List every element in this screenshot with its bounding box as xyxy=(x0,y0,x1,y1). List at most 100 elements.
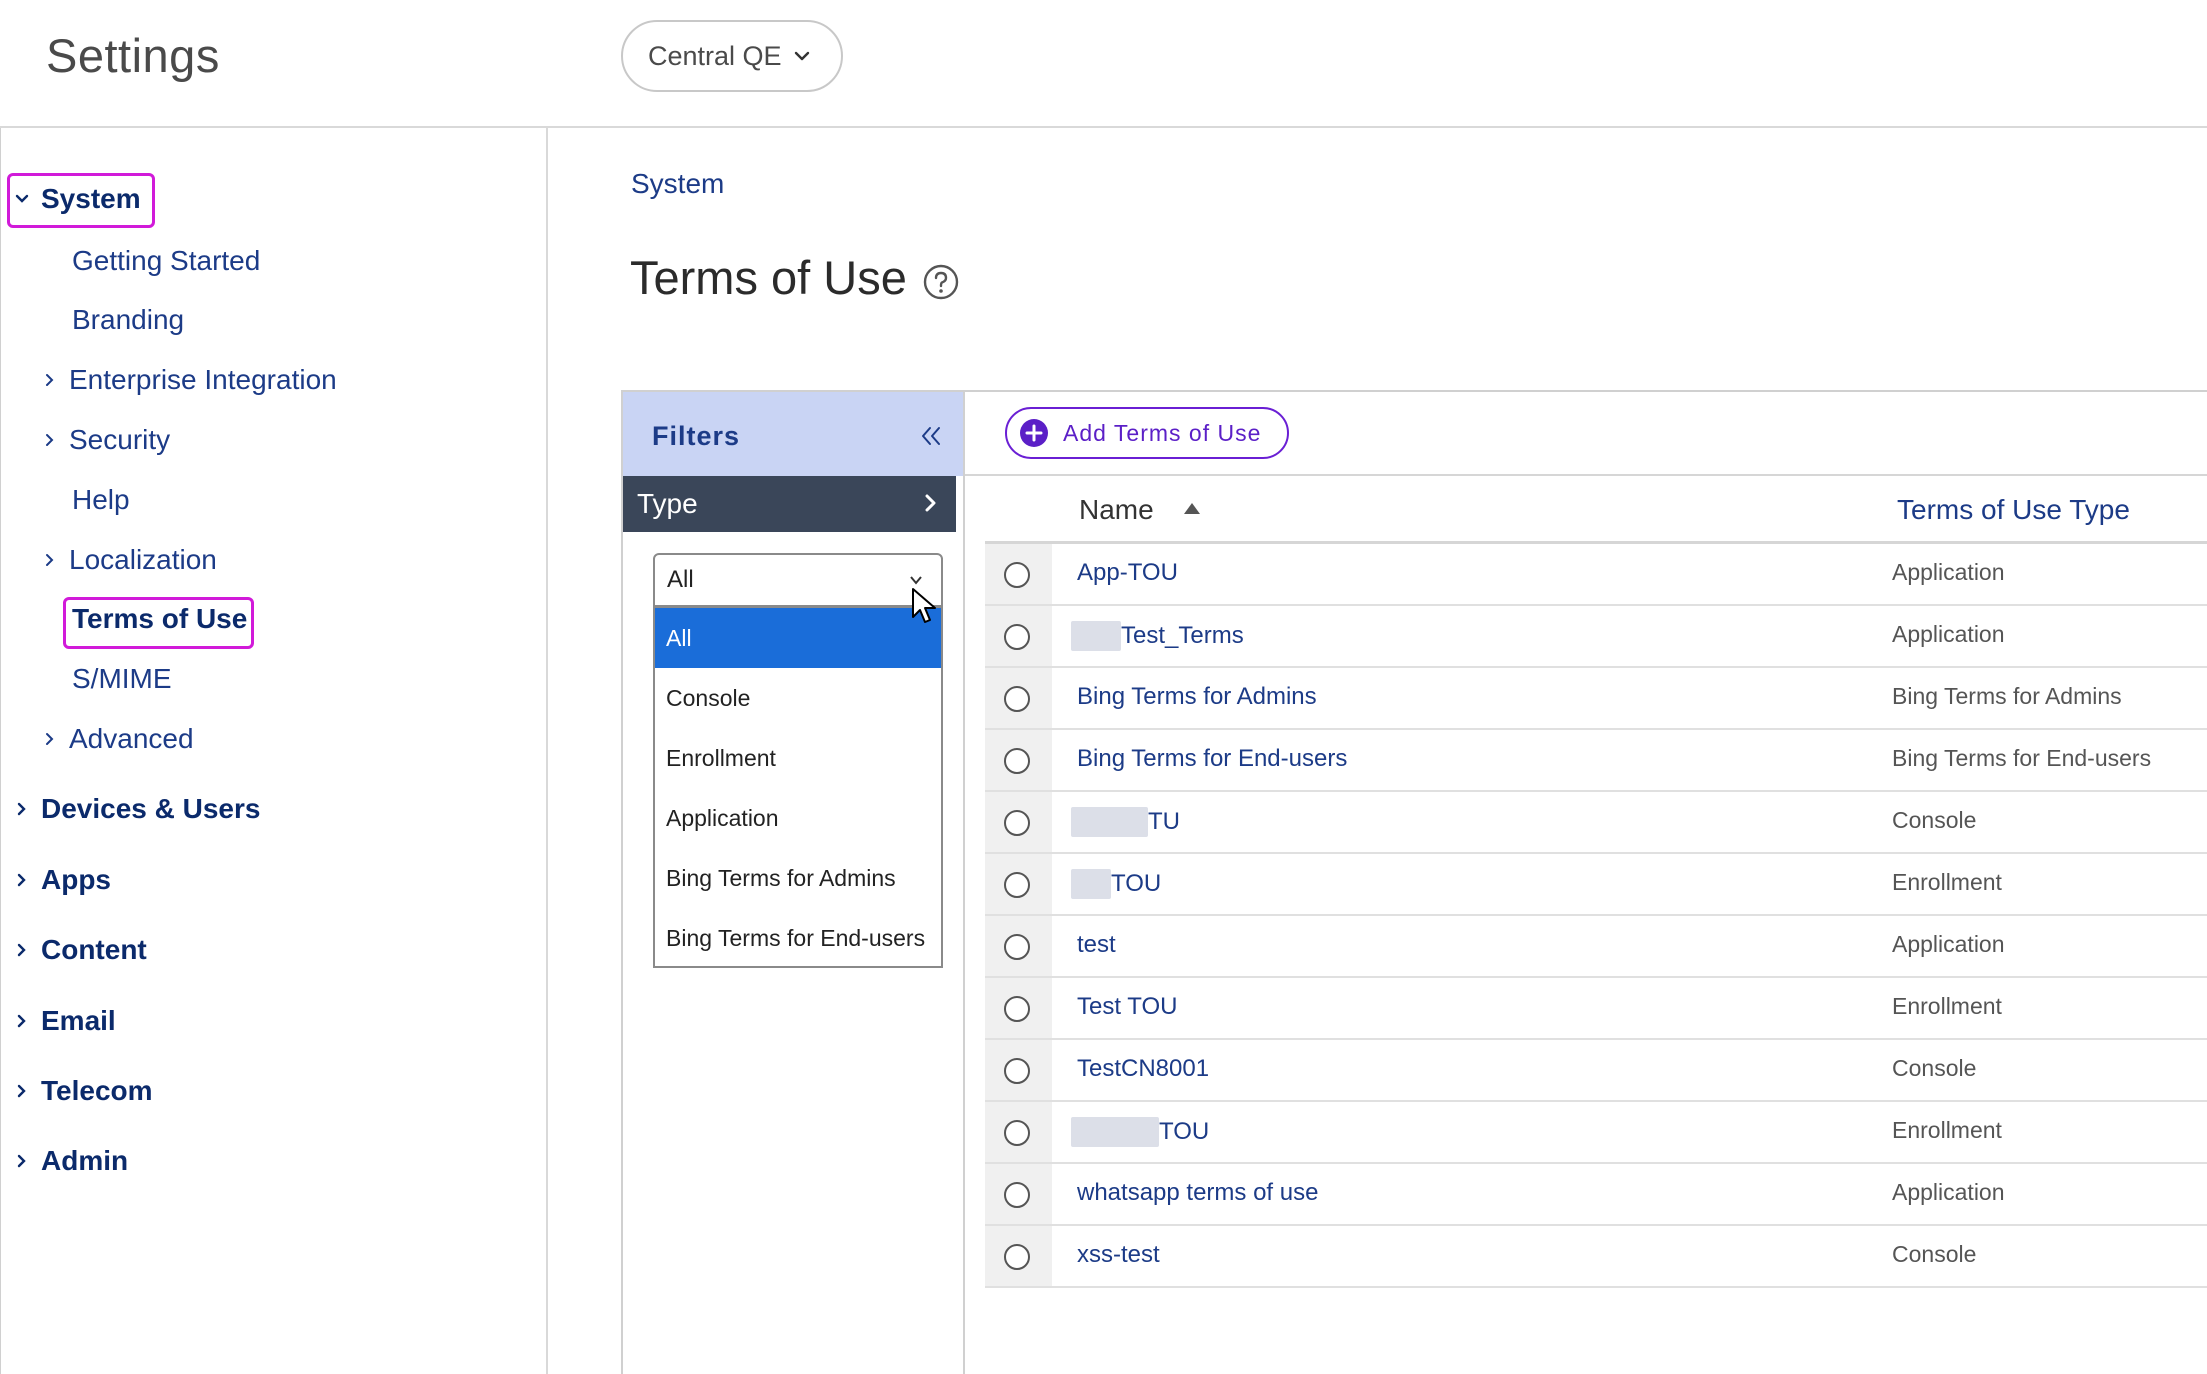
dropdown-option-enrollment[interactable]: Enrollment xyxy=(655,728,941,788)
select-cell xyxy=(985,978,1052,1038)
table-row[interactable]: TOU Enrollment xyxy=(985,1102,2207,1164)
row-radio[interactable] xyxy=(1004,1120,1030,1146)
sidebar-item-security[interactable]: Security xyxy=(41,424,170,456)
add-terms-of-use-button[interactable]: Add Terms of Use xyxy=(1005,407,1289,459)
sort-ascending-icon[interactable] xyxy=(1181,500,1203,516)
row-type: Application xyxy=(1892,1179,2005,1205)
row-name-link[interactable]: TOU xyxy=(1071,869,1161,899)
table-row[interactable]: Test TOU Enrollment xyxy=(985,978,2207,1040)
sidebar-item-advanced[interactable]: Advanced xyxy=(41,723,194,755)
sidebar-item-content[interactable]: Content xyxy=(13,934,147,966)
row-name-link[interactable]: TestCN8001 xyxy=(1077,1055,1209,1083)
table-row[interactable]: Bing Terms for Admins Bing Terms for Adm… xyxy=(985,668,2207,730)
table-row[interactable]: App-TOU Application xyxy=(985,544,2207,606)
chevron-right-icon xyxy=(41,730,59,748)
row-name-link[interactable]: xss-test xyxy=(1077,1241,1160,1269)
chevron-right-icon xyxy=(13,1152,31,1170)
row-radio[interactable] xyxy=(1004,748,1030,774)
table-row[interactable]: TOU Enrollment xyxy=(985,854,2207,916)
row-type: Enrollment xyxy=(1892,869,2002,895)
breadcrumb[interactable]: System xyxy=(631,168,724,200)
row-name-link[interactable]: App-TOU xyxy=(1077,559,1178,587)
select-cell xyxy=(985,1102,1052,1162)
page-title: Terms of Use xyxy=(630,251,907,304)
column-header-name[interactable]: Name xyxy=(1079,494,1154,526)
row-type: Application xyxy=(1892,621,2005,647)
column-header-type[interactable]: Terms of Use Type xyxy=(1897,494,2130,526)
org-selector-label: Central QE xyxy=(648,40,782,71)
row-radio[interactable] xyxy=(1004,562,1030,588)
row-name-link[interactable]: test xyxy=(1077,931,1116,959)
dropdown-option-console[interactable]: Console xyxy=(655,668,941,728)
row-radio[interactable] xyxy=(1004,1244,1030,1270)
row-name-link[interactable]: Bing Terms for End-users xyxy=(1077,745,1347,773)
toolbar-divider xyxy=(965,474,2207,476)
row-radio[interactable] xyxy=(1004,686,1030,712)
row-name-link[interactable]: TU xyxy=(1071,807,1180,837)
sidebar-item-smime[interactable]: S/MIME xyxy=(72,663,172,695)
sidebar-item-admin[interactable]: Admin xyxy=(13,1145,128,1177)
row-name-link[interactable]: Test_Terms xyxy=(1071,621,1244,651)
app-title: Settings xyxy=(46,29,220,82)
chevron-right-icon xyxy=(13,871,31,889)
type-select[interactable]: All xyxy=(653,553,943,607)
collapse-double-chevron-icon[interactable] xyxy=(918,423,944,449)
sidebar-item-email[interactable]: Email xyxy=(13,1005,116,1037)
type-filter-header[interactable]: Type xyxy=(623,476,956,532)
sidebar-item-apps[interactable]: Apps xyxy=(13,864,111,896)
sidebar-item-label: Content xyxy=(41,934,147,965)
row-radio[interactable] xyxy=(1004,810,1030,836)
row-radio[interactable] xyxy=(1004,934,1030,960)
org-selector[interactable]: Central QE xyxy=(621,20,843,92)
sidebar-item-label: Branding xyxy=(72,304,185,335)
table-row[interactable]: Bing Terms for End-users Bing Terms for … xyxy=(985,730,2207,792)
row-type: Console xyxy=(1892,1055,1977,1081)
dropdown-option-bing-admins[interactable]: Bing Terms for Admins xyxy=(655,848,941,908)
table-row[interactable]: Test_Terms Application xyxy=(985,606,2207,668)
sidebar-item-branding[interactable]: Branding xyxy=(72,304,184,336)
sidebar-item-label: Email xyxy=(41,1005,116,1036)
row-radio[interactable] xyxy=(1004,996,1030,1022)
sidebar-item-help[interactable]: Help xyxy=(72,484,130,516)
table-row[interactable]: TestCN8001 Console xyxy=(985,1040,2207,1102)
add-terms-of-use-label: Add Terms of Use xyxy=(1063,419,1262,446)
row-radio[interactable] xyxy=(1004,624,1030,650)
help-icon[interactable] xyxy=(922,263,960,301)
sidebar-item-label: Admin xyxy=(41,1145,129,1176)
table-row[interactable]: xss-test Console xyxy=(985,1226,2207,1288)
chevron-right-icon xyxy=(13,1082,31,1100)
row-name-link[interactable]: TOU xyxy=(1071,1117,1209,1147)
sidebar-item-label: Devices & Users xyxy=(41,793,261,824)
dropdown-option-all[interactable]: All xyxy=(655,608,941,668)
sidebar-item-label: Enterprise Integration xyxy=(69,364,337,395)
plus-circle-icon xyxy=(1020,419,1048,447)
select-cell xyxy=(985,730,1052,790)
row-radio[interactable] xyxy=(1004,1182,1030,1208)
row-type: Bing Terms for End-users xyxy=(1892,745,2152,771)
sidebar-item-localization[interactable]: Localization xyxy=(41,544,217,576)
row-name-text: Test_Terms xyxy=(1121,622,1244,649)
row-name-link[interactable]: whatsapp terms of use xyxy=(1077,1179,1318,1207)
table-row[interactable]: whatsapp terms of use Application xyxy=(985,1164,2207,1226)
sidebar-item-label: Advanced xyxy=(69,723,194,754)
row-radio[interactable] xyxy=(1004,872,1030,898)
dropdown-option-application[interactable]: Application xyxy=(655,788,941,848)
sidebar-item-devices-users[interactable]: Devices & Users xyxy=(13,793,260,825)
sidebar-item-getting-started[interactable]: Getting Started xyxy=(72,245,260,277)
row-radio[interactable] xyxy=(1004,1058,1030,1084)
sidebar-item-label: System xyxy=(41,183,141,214)
sidebar-item-label: Getting Started xyxy=(72,245,261,276)
dropdown-option-bing-end-users[interactable]: Bing Terms for End-users xyxy=(655,908,941,968)
terms-table: Name Terms of Use Type App-TOU Applicati… xyxy=(985,478,2207,1288)
sidebar-item-telecom[interactable]: Telecom xyxy=(13,1075,153,1107)
row-name-link[interactable]: Test TOU xyxy=(1077,993,1177,1021)
sidebar-item-label: Terms of Use xyxy=(72,603,248,634)
type-filter-label: Type xyxy=(637,488,698,519)
row-name-link[interactable]: Bing Terms for Admins xyxy=(1077,683,1317,711)
select-cell xyxy=(985,1164,1052,1224)
sidebar-item-enterprise-integration[interactable]: Enterprise Integration xyxy=(41,364,337,396)
table-row[interactable]: TU Console xyxy=(985,792,2207,854)
sidebar-item-system[interactable]: System xyxy=(13,183,141,215)
sidebar-item-terms-of-use[interactable]: Terms of Use xyxy=(72,603,247,635)
table-row[interactable]: test Application xyxy=(985,916,2207,978)
